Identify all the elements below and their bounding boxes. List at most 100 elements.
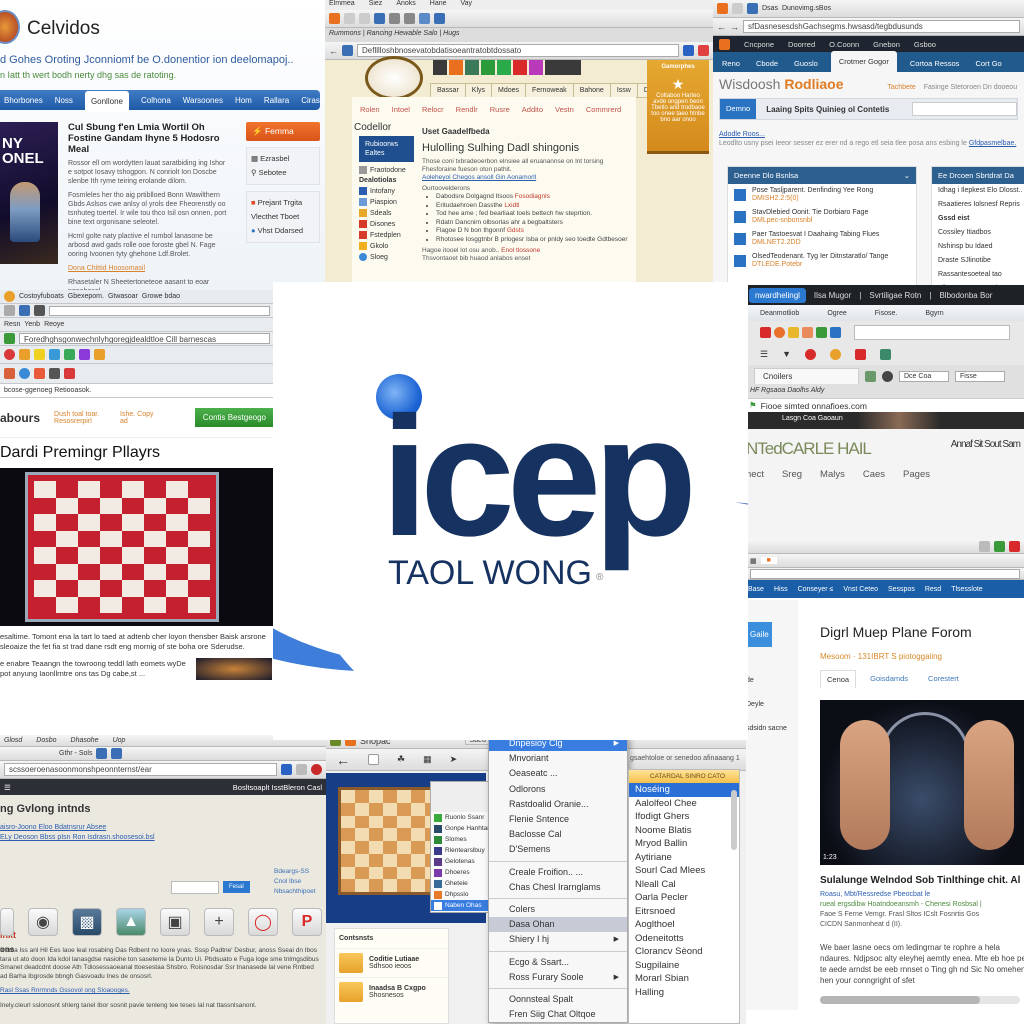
board-square[interactable]	[122, 514, 144, 531]
submenu-item[interactable]: Slomes	[431, 834, 493, 845]
notice-link[interactable]: Adodle Roos...	[719, 130, 1018, 139]
info-line[interactable]: Roasu, Mbt/Ressredse Pbeocbat le	[820, 890, 1024, 900]
board-square[interactable]	[166, 563, 188, 580]
dropdown-select[interactable]: Dce Coa	[899, 370, 949, 382]
site-logo[interactable]	[365, 56, 423, 100]
frame-icon[interactable]: ▣	[160, 908, 190, 936]
side-link[interactable]: ⚲ Sebotee	[251, 166, 315, 180]
board-square[interactable]	[144, 563, 166, 580]
board-square[interactable]	[355, 841, 369, 854]
board-square[interactable]	[56, 514, 78, 531]
board-square[interactable]	[34, 514, 56, 531]
context-menu-item[interactable]: Colers	[489, 902, 627, 917]
firefox-icon[interactable]	[329, 13, 340, 24]
news-box-header[interactable]: Deenne Dlo Bsnlsa ⌄	[728, 167, 916, 184]
board-square[interactable]	[122, 481, 144, 498]
sub-nav-item[interactable]: Addito	[522, 105, 543, 114]
nav-item[interactable]: Sreg	[782, 469, 802, 480]
bullet-tag[interactable]: Lxidtl	[504, 202, 519, 209]
browser-tab[interactable]: Costoyfuboats	[19, 293, 64, 300]
list-item[interactable]: Nleall Cal	[629, 878, 739, 892]
list-item[interactable]: Mryod Ballin	[629, 837, 739, 851]
board-square[interactable]	[411, 879, 425, 892]
board-square[interactable]	[411, 866, 425, 880]
topbar-text[interactable]: Bosltsoaplt IsstBleron Casl	[233, 783, 322, 792]
nav-item[interactable]: Rallara	[264, 96, 289, 105]
board-square[interactable]	[100, 530, 122, 547]
sidebar-item[interactable]: Sloeg	[359, 253, 414, 261]
sub-nav-item[interactable]: Vestn	[555, 105, 574, 114]
board-square[interactable]	[383, 879, 397, 892]
site-logo-icon[interactable]	[0, 10, 20, 44]
toolbar-icon[interactable]	[79, 349, 90, 360]
menu-item[interactable]: Reoye	[44, 321, 64, 328]
news-item[interactable]: Paer Tastoesvat I Daahaing Tabing Flues D…	[728, 228, 916, 250]
chevron-down-icon[interactable]: ⌄	[904, 171, 910, 180]
toolbar-icon[interactable]	[419, 13, 430, 24]
nav-item[interactable]: Vnst Ceteo	[843, 586, 878, 593]
toolbar-icon[interactable]	[49, 368, 60, 379]
sidebar-item[interactable]: Piaspion	[359, 198, 414, 206]
board-square[interactable]	[78, 596, 100, 613]
list-item[interactable]: Ifodigt Ghers	[629, 810, 739, 824]
nav-item[interactable]: Malys	[820, 469, 845, 480]
board-square[interactable]	[144, 530, 166, 547]
context-menu-item[interactable]: Flenie Sntence	[489, 812, 627, 827]
header-link[interactable]: aisro-Joono Eloo Bdatnsrur Absee	[0, 823, 155, 833]
board-square[interactable]	[144, 497, 166, 514]
context-menu-item[interactable]: Rastdoalid Oranie...	[489, 797, 627, 812]
board-square[interactable]	[383, 790, 397, 803]
tab[interactable]: Corestert	[922, 670, 965, 688]
browser-tab[interactable]: Growe bdao	[142, 293, 180, 300]
board-square[interactable]	[369, 853, 383, 867]
board-square[interactable]	[397, 828, 411, 841]
toolbar-icon[interactable]	[865, 370, 876, 382]
submenu-item[interactable]: Gelotenas	[431, 856, 493, 867]
board-square[interactable]	[34, 563, 56, 580]
toolbar-icon[interactable]	[880, 348, 891, 360]
tab-active[interactable]: Cenoa	[820, 670, 857, 688]
photo-caption[interactable]: Lasgn Coa Gaoaun	[782, 415, 843, 422]
search-input[interactable]	[912, 102, 1017, 116]
context-menu-item[interactable]: Fren Siig Chat Oltqoe	[489, 1007, 627, 1022]
board-square[interactable]	[56, 596, 78, 613]
link-item[interactable]: Cossiley Itiadbos	[932, 226, 1024, 240]
board-square[interactable]	[166, 481, 188, 498]
board-square[interactable]	[341, 866, 355, 880]
side-item[interactable]: de	[746, 669, 798, 693]
primary-button[interactable]: nwardhelingl	[749, 287, 806, 303]
globe-icon[interactable]: ◉	[28, 908, 58, 936]
browser-tab[interactable]: Gthr - Sols	[59, 750, 92, 757]
board-square[interactable]	[383, 815, 397, 829]
blank-icon[interactable]	[0, 908, 14, 936]
header-link[interactable]: Dush toal toar. Resosrerpirl	[54, 411, 106, 425]
browser-tab[interactable]: Rummons | Rancing Hewable Salo | Hugs	[325, 28, 713, 42]
back-icon[interactable]: ←	[329, 46, 338, 56]
dark-item[interactable]: Blbodonba Bor	[939, 291, 992, 300]
back-arrow-icon[interactable]: ←	[336, 752, 350, 768]
toolbar-icon[interactable]	[94, 349, 105, 360]
nav-item[interactable]: Guoslo	[791, 55, 821, 72]
board-square[interactable]	[341, 828, 355, 841]
context-menu-item-selected[interactable]: Dasa Ohan	[489, 917, 627, 933]
menu-item[interactable]: Elmmea	[329, 0, 355, 10]
browser-tab[interactable]: Gtwasoar	[108, 293, 138, 300]
toolbar-icon[interactable]	[774, 326, 785, 338]
board-square[interactable]	[78, 547, 100, 564]
dark-nav-item[interactable]: Gnebon	[873, 40, 900, 49]
menu-item[interactable]: Siez	[369, 0, 383, 10]
url-input[interactable]	[750, 568, 1020, 579]
nav-item[interactable]: Reno	[719, 55, 743, 72]
top-nav-item[interactable]: Bassar	[431, 84, 466, 97]
board-square[interactable]	[411, 853, 425, 867]
board-square[interactable]	[122, 563, 144, 580]
horizontal-scrollbar[interactable]	[820, 996, 1020, 1004]
toolbar-icon[interactable]	[434, 13, 445, 24]
tile-icon[interactable]	[497, 60, 511, 75]
sidebar-item[interactable]: Gkolo	[359, 242, 414, 250]
board-square[interactable]	[100, 481, 122, 498]
femma-button[interactable]: ⚡ Femma	[246, 122, 320, 141]
link-item[interactable]: Nshinsp bu Idaed	[932, 240, 1024, 254]
toolbar-icon[interactable]	[788, 326, 799, 338]
header-link[interactable]: Ishe. Copy ad	[120, 411, 158, 425]
